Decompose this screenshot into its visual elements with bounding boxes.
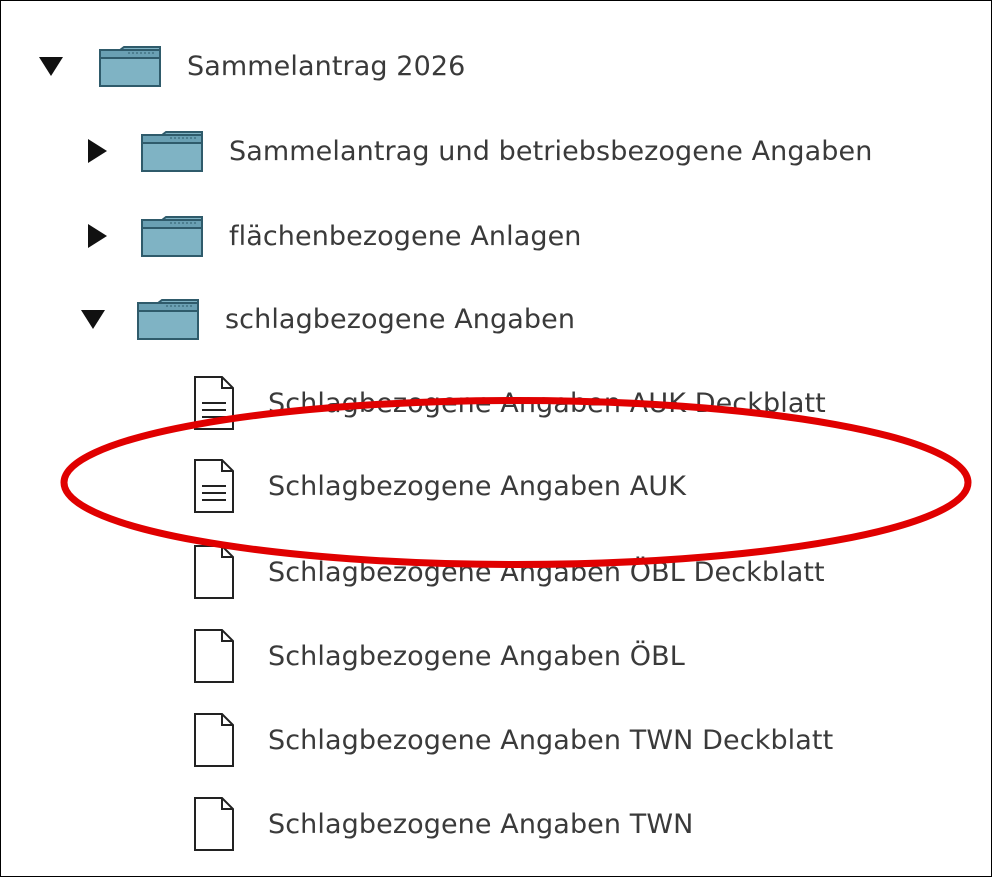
tree-node-label: Schlagbezogene Angaben ÖBL Deckblatt — [268, 556, 825, 588]
folder-icon — [140, 214, 204, 258]
tree-node-folder[interactable]: schlagbezogene Angaben — [80, 289, 575, 349]
tree-node-label: Sammelantrag 2026 — [187, 50, 466, 82]
tree-node-document[interactable]: Schlagbezogene Angaben TWN — [192, 794, 693, 854]
tree-node-folder[interactable]: flächenbezogene Anlagen — [84, 206, 582, 266]
caret-down-icon[interactable] — [80, 306, 106, 332]
folder-icon — [136, 297, 200, 341]
tree-node-document[interactable]: Schlagbezogene Angaben AUK Deckblatt — [192, 373, 826, 433]
folder-icon — [98, 44, 162, 88]
folder-icon — [140, 129, 204, 173]
tree-node-document[interactable]: Schlagbezogene Angaben AUK — [192, 456, 686, 516]
caret-right-icon[interactable] — [84, 223, 110, 249]
tree-node-label: Schlagbezogene Angaben AUK Deckblatt — [268, 387, 826, 419]
caret-right-icon[interactable] — [84, 138, 110, 164]
tree-node-document[interactable]: Schlagbezogene Angaben ÖBL — [192, 626, 685, 686]
tree-node-root[interactable]: Sammelantrag 2026 — [38, 36, 465, 96]
tree-node-document[interactable]: Schlagbezogene Angaben TWN Deckblatt — [192, 710, 833, 770]
tree-node-label: flächenbezogene Anlagen — [229, 220, 582, 252]
caret-down-icon[interactable] — [38, 53, 64, 79]
tree-node-label: Schlagbezogene Angaben ÖBL — [268, 640, 685, 672]
document-blank-icon — [192, 712, 236, 768]
tree-node-label: Sammelantrag und betriebsbezogene Angabe… — [229, 135, 873, 167]
tree-node-folder[interactable]: Sammelantrag und betriebsbezogene Angabe… — [84, 121, 872, 181]
document-blank-icon — [192, 796, 236, 852]
tree-node-label: Schlagbezogene Angaben AUK — [268, 470, 687, 502]
document-blank-icon — [192, 544, 236, 600]
tree-node-label: Schlagbezogene Angaben TWN — [268, 808, 694, 840]
document-lines-icon — [192, 375, 236, 431]
document-blank-icon — [192, 628, 236, 684]
tree-node-label: schlagbezogene Angaben — [225, 303, 576, 335]
document-lines-icon — [192, 458, 236, 514]
tree-node-label: Schlagbezogene Angaben TWN Deckblatt — [268, 724, 834, 756]
file-tree: Sammelantrag 2026 Sammelantrag und betri… — [0, 0, 992, 877]
tree-node-document[interactable]: Schlagbezogene Angaben ÖBL Deckblatt — [192, 542, 825, 602]
